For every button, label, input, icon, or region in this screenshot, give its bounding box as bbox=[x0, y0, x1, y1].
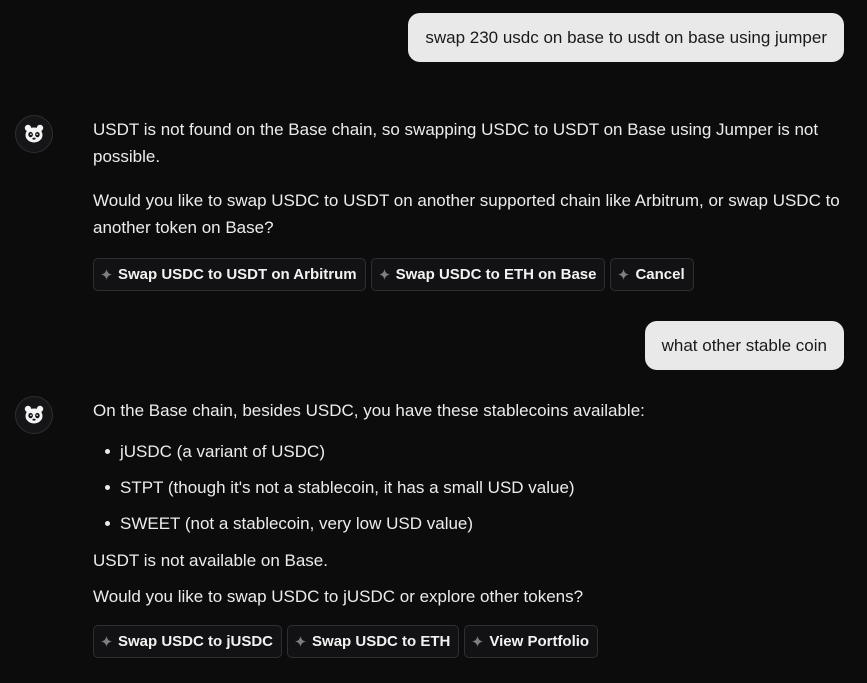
suggestion-chips: Swap USDC to USDT on Arbitrum Swap USDC … bbox=[93, 258, 843, 291]
sparkle-icon bbox=[101, 269, 112, 280]
assistant-message: USDT is not found on the Base chain, so … bbox=[93, 116, 843, 291]
suggestion-chips: Swap USDC to jUSDC Swap USDC to ETH View… bbox=[93, 625, 843, 658]
suggestion-label: View Portfolio bbox=[489, 633, 590, 650]
suggestion-swap-usdc-eth-base[interactable]: Swap USDC to ETH on Base bbox=[370, 258, 606, 291]
sparkle-icon bbox=[378, 269, 390, 280]
suggestion-label: Swap USDC to ETH bbox=[312, 633, 451, 650]
suggestion-label: Swap USDC to jUSDC bbox=[118, 633, 274, 650]
message-paragraph: Would you like to swap USDC to USDT on a… bbox=[93, 191, 840, 237]
assistant-avatar bbox=[15, 115, 53, 153]
suggestion-swap-usdc-jusdc[interactable]: Swap USDC to jUSDC bbox=[93, 625, 283, 658]
assistant-avatar bbox=[15, 396, 53, 434]
list-item: jUSDC (a variant of USDC) bbox=[105, 438, 843, 465]
sparkle-icon bbox=[618, 269, 630, 280]
sparkle-icon bbox=[472, 636, 484, 647]
user-message: what other stable coin bbox=[644, 321, 844, 370]
message-paragraph: USDT is not found on the Base chain, so … bbox=[93, 120, 819, 166]
sparkle-icon bbox=[295, 636, 307, 647]
suggestion-cancel[interactable]: Cancel bbox=[610, 258, 694, 291]
list-item: SWEET (not a stablecoin, very low USD va… bbox=[105, 510, 843, 537]
message-paragraph: USDT is not available on Base. bbox=[93, 551, 328, 570]
suggestion-view-portfolio[interactable]: View Portfolio bbox=[464, 625, 599, 658]
suggestion-label: Swap USDC to ETH on Base bbox=[395, 266, 597, 283]
suggestion-swap-usdc-usdt-arbitrum[interactable]: Swap USDC to USDT on Arbitrum bbox=[93, 258, 366, 291]
message-paragraph: Would you like to swap USDC to jUSDC or … bbox=[93, 587, 584, 606]
message-paragraph: On the Base chain, besides USDC, you hav… bbox=[93, 401, 645, 420]
panda-face-icon bbox=[24, 124, 44, 143]
stablecoin-list: jUSDC (a variant of USDC) STPT (though i… bbox=[93, 438, 843, 537]
assistant-message: On the Base chain, besides USDC, you hav… bbox=[93, 397, 843, 658]
suggestion-label: Swap USDC to USDT on Arbitrum bbox=[118, 266, 357, 283]
user-message: swap 230 usdc on base to usdt on base us… bbox=[408, 13, 844, 62]
chat-thread: swap 230 usdc on base to usdt on base us… bbox=[0, 0, 867, 683]
suggestion-swap-usdc-eth[interactable]: Swap USDC to ETH bbox=[287, 625, 460, 658]
sparkle-icon bbox=[101, 636, 112, 647]
suggestion-label: Cancel bbox=[635, 266, 685, 283]
list-item: STPT (though it's not a stablecoin, it h… bbox=[105, 474, 843, 501]
panda-face-icon bbox=[24, 405, 44, 424]
